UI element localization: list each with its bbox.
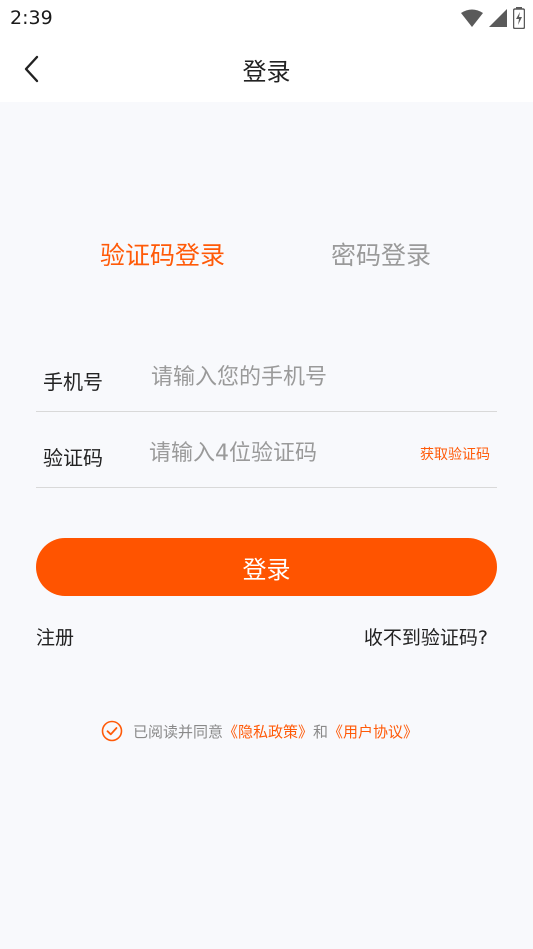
get-code-button[interactable]: 获取验证码 <box>420 444 490 464</box>
login-button[interactable]: 登录 <box>36 538 497 596</box>
nav-bar: 登录 <box>0 36 533 102</box>
agreement: 已阅读并同意 《隐私政策》 和 《用户协议》 <box>101 719 418 743</box>
signal-icon <box>489 9 507 27</box>
agreement-prefix: 已阅读并同意 <box>133 722 224 741</box>
agreement-conjunction: 和 <box>313 722 329 741</box>
battery-icon <box>513 7 525 29</box>
agreement-checkbox[interactable] <box>101 720 123 742</box>
status-icons <box>461 7 525 29</box>
code-divider <box>36 487 497 488</box>
tab-code-login[interactable]: 验证码登录 <box>100 236 225 272</box>
no-code-link[interactable]: 收不到验证码? <box>364 623 488 650</box>
status-time: 2:39 <box>10 7 53 29</box>
user-agreement-link[interactable]: 《用户协议》 <box>328 721 418 742</box>
register-link[interactable]: 注册 <box>36 623 74 650</box>
code-label: 验证码 <box>43 446 103 470</box>
page-title: 登录 <box>242 58 291 86</box>
phone-divider <box>36 411 497 412</box>
privacy-policy-link[interactable]: 《隐私政策》 <box>223 721 313 742</box>
phone-label: 手机号 <box>43 370 103 394</box>
wifi-icon <box>461 9 483 27</box>
tab-password-login[interactable]: 密码登录 <box>331 236 431 272</box>
code-input[interactable] <box>149 437 399 469</box>
status-bar: 2:39 <box>0 0 533 36</box>
check-circle-icon <box>101 720 123 742</box>
phone-input[interactable] <box>151 361 451 393</box>
